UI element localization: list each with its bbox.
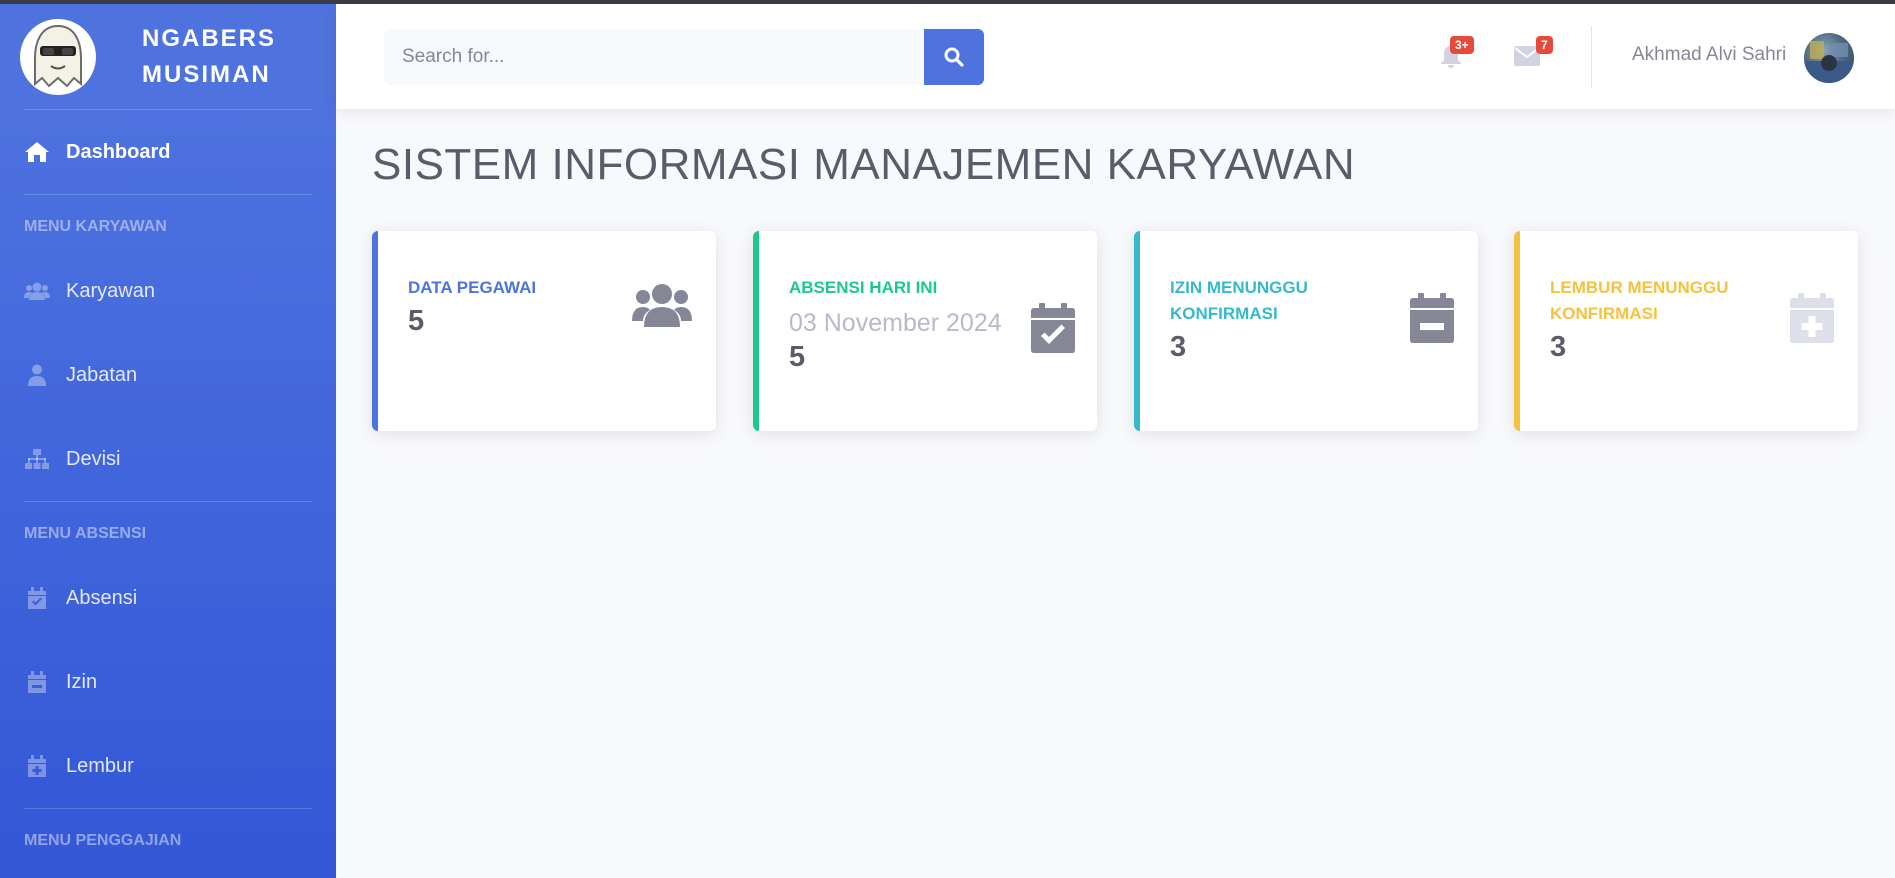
page-title: SISTEM INFORMASI MANAJEMEN KARYAWAN <box>372 140 1356 189</box>
sidebar: NGABERS MUSIMAN Dashboard MENU KARYAWAN … <box>0 4 336 878</box>
sidebar-item-label: Absensi <box>66 586 138 609</box>
card-value: 3 <box>1550 331 1567 363</box>
card-data-pegawai[interactable]: DATA PEGAWAI 5 <box>372 231 716 431</box>
brand-logo <box>20 18 96 95</box>
card-lembur-menunggu[interactable]: LEMBUR MENUNGGU KONFIRMASI 3 <box>1514 231 1858 431</box>
home-icon <box>24 141 50 163</box>
search-icon <box>944 47 964 67</box>
messages-dropdown[interactable]: 7 <box>1514 36 1553 71</box>
card-value: 3 <box>1170 331 1187 363</box>
calendar-check-icon <box>1031 303 1075 353</box>
sidebar-item-label: Dashboard <box>66 140 171 163</box>
calendar-minus-icon <box>1410 293 1454 343</box>
card-label: DATA PEGAWAI <box>408 278 537 297</box>
search-button[interactable] <box>924 29 984 85</box>
window-top-strip <box>0 0 1895 4</box>
calendar-check-icon <box>24 587 50 609</box>
sidebar-item-label: Karyawan <box>66 279 155 302</box>
sidebar-item-absensi[interactable]: Absensi <box>0 556 336 640</box>
topbar-divider <box>1591 26 1592 88</box>
search-group <box>384 29 984 85</box>
alerts-dropdown[interactable]: 3+ <box>1440 36 1474 73</box>
sidebar-heading-penggajian: MENU PENGGAJIAN <box>24 832 182 849</box>
alerts-badge: 3+ <box>1450 36 1474 54</box>
sidebar-item-label: Izin <box>66 670 98 693</box>
card-value: 5 <box>789 341 806 373</box>
sitemap-icon <box>24 448 50 470</box>
sidebar-item-label: Devisi <box>66 447 121 470</box>
card-label: LEMBUR MENUNGGU KONFIRMASI <box>1550 278 1729 323</box>
sidebar-item-izin[interactable]: Izin <box>0 640 336 724</box>
sidebar-heading-karyawan: MENU KARYAWAN <box>24 218 167 235</box>
user-tie-icon <box>24 364 50 386</box>
sidebar-item-karyawan[interactable]: Karyawan <box>0 249 336 333</box>
calendar-minus-icon <box>24 671 50 693</box>
sidebar-item-devisi[interactable]: Devisi <box>0 417 336 501</box>
sidebar-item-jabatan[interactable]: Jabatan <box>0 333 336 417</box>
topbar: 3+ 7 Akhmad Alvi Sahri <box>336 4 1895 109</box>
calendar-plus-icon <box>24 755 50 777</box>
users-icon <box>632 284 692 327</box>
sidebar-item-lembur[interactable]: Lembur <box>0 724 336 808</box>
sidebar-heading-absensi: MENU ABSENSI <box>24 525 147 542</box>
calendar-plus-icon <box>1790 293 1834 343</box>
sidebar-item-label: Jabatan <box>66 363 138 386</box>
brand-name: NGABERS MUSIMAN <box>142 24 277 88</box>
card-date: 03 November 2024 <box>789 309 1002 337</box>
messages-badge: 7 <box>1536 36 1553 54</box>
search-input[interactable] <box>384 29 924 85</box>
card-absensi-hari-ini[interactable]: ABSENSI HARI INI 03 November 2024 5 <box>753 231 1097 431</box>
sidebar-item-dashboard[interactable]: Dashboard <box>0 110 336 194</box>
avatar[interactable] <box>1804 33 1854 83</box>
user-name[interactable]: Akhmad Alvi Sahri <box>1632 44 1786 66</box>
sidebar-item-label: Lembur <box>66 754 134 777</box>
sidebar-brand[interactable]: NGABERS MUSIMAN <box>0 4 336 109</box>
card-value: 5 <box>408 305 425 337</box>
users-icon <box>24 280 50 302</box>
card-label: IZIN MENUNGGU KONFIRMASI <box>1170 278 1308 323</box>
card-label: ABSENSI HARI INI <box>789 278 938 297</box>
card-izin-menunggu[interactable]: IZIN MENUNGGU KONFIRMASI 3 <box>1134 231 1478 431</box>
